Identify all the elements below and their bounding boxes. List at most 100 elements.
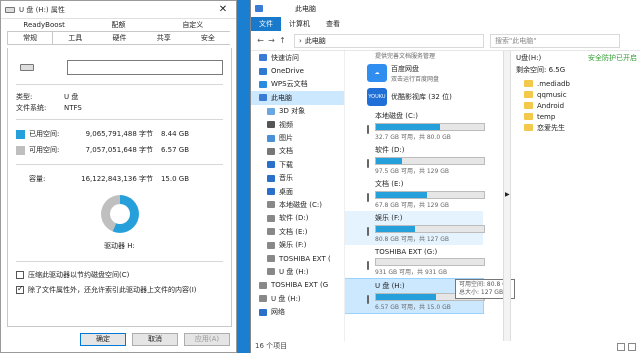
nav-item[interactable]: 文档 (E:) bbox=[251, 225, 344, 238]
nav-item[interactable]: TOSHIBA EXT (G bbox=[251, 279, 344, 292]
free-gb: 6.57 GB bbox=[160, 146, 189, 154]
nav-item[interactable]: 网络 bbox=[251, 305, 344, 318]
nav-item[interactable]: 娱乐 (F:) bbox=[251, 238, 344, 251]
nav-item[interactable]: OneDrive bbox=[251, 64, 344, 77]
app-folder-item[interactable]: YOUKU 优酷影视库 (32 位) bbox=[345, 85, 503, 109]
app-icon: ☁ bbox=[367, 64, 387, 82]
usb-folder-item[interactable]: .mediadb bbox=[512, 78, 640, 89]
close-button[interactable]: ✕ bbox=[210, 1, 236, 19]
security-status[interactable]: 安全防护已开启 bbox=[588, 53, 637, 63]
usb-folder-item[interactable]: temp bbox=[512, 111, 640, 122]
drive-item[interactable]: 本地磁盘 (C:) 32.7 GB 可用，共 80.0 GB bbox=[345, 109, 485, 143]
drive-name: 本地磁盘 (C:) bbox=[375, 112, 418, 120]
nav-item[interactable]: 软件 (D:) bbox=[251, 212, 344, 225]
free-swatch bbox=[16, 145, 25, 155]
breadcrumb[interactable]: 此电脑 bbox=[305, 36, 326, 46]
usb-folder-item[interactable]: qqmusic bbox=[512, 89, 640, 100]
drive-name: 文档 (E:) bbox=[375, 180, 404, 188]
partial-item-text: 提供完善文档服务管理 bbox=[375, 53, 436, 60]
ribbon-tab-view[interactable]: 查看 bbox=[318, 17, 348, 31]
nav-item[interactable]: 视频 bbox=[251, 118, 344, 131]
ribbon-tab-file[interactable]: 文件 bbox=[251, 17, 281, 31]
index-checkbox[interactable] bbox=[16, 284, 24, 294]
nav-item-label: 文档 bbox=[279, 147, 293, 156]
nav-item-label: 娱乐 (F:) bbox=[279, 241, 307, 250]
details-view-icon[interactable] bbox=[617, 343, 625, 351]
usb-folder-item[interactable]: Android bbox=[512, 100, 640, 111]
tab-readyboost[interactable]: ReadyBoost bbox=[7, 19, 81, 31]
nav-item-label: 音乐 bbox=[279, 174, 293, 183]
index-label: 除了文件属性外，还允许索引此驱动器上文件的内容(I) bbox=[28, 285, 197, 294]
search-input[interactable]: 搜索"此电脑" bbox=[490, 33, 620, 48]
back-arrow-icon[interactable]: ← bbox=[255, 36, 266, 45]
nav-item-icon bbox=[267, 268, 275, 276]
capacity-gb: 15.0 GB bbox=[160, 175, 189, 183]
collapse-arrow-icon[interactable]: ▶ bbox=[505, 191, 510, 198]
nav-item[interactable]: 音乐 bbox=[251, 172, 344, 185]
nav-item-icon bbox=[267, 228, 275, 236]
nav-item[interactable]: WPS云文档 bbox=[251, 78, 344, 91]
nav-item[interactable]: 本地磁盘 (C:) bbox=[251, 198, 344, 211]
type-value: U 盘 bbox=[64, 92, 79, 101]
tab-general[interactable]: 常规 bbox=[7, 31, 54, 44]
divider bbox=[16, 119, 223, 120]
app-icon: YOUKU bbox=[367, 88, 387, 106]
nav-item-label: 软件 (D:) bbox=[279, 214, 309, 223]
drive-name: 娱乐 (F:) bbox=[375, 214, 403, 222]
nav-item[interactable]: 文档 bbox=[251, 145, 344, 158]
nav-item[interactable]: 图片 bbox=[251, 131, 344, 144]
forward-arrow-icon[interactable]: → bbox=[266, 36, 277, 45]
up-arrow-icon[interactable]: ↑ bbox=[277, 36, 288, 45]
nav-item[interactable]: U 盘 (H:) bbox=[251, 265, 344, 278]
tab-hardware[interactable]: 硬件 bbox=[97, 32, 141, 44]
drive-name-field[interactable] bbox=[67, 59, 223, 75]
compress-checkbox[interactable] bbox=[16, 270, 24, 279]
divider bbox=[16, 261, 223, 262]
tiles-view-icon[interactable] bbox=[628, 343, 636, 351]
cancel-button[interactable]: 取消 bbox=[132, 333, 178, 346]
navigation-pane: 快速访问 OneDrive WPS云文档此电脑 3D 对象 视频 图片文档下载音乐桌面 本地… bbox=[251, 51, 345, 341]
folder-name: .mediadb bbox=[537, 79, 570, 88]
app-folder-item[interactable]: ☁ 百度网盘 双击运行百度网盘 bbox=[345, 61, 503, 85]
folder-icon bbox=[524, 113, 533, 120]
drive-item[interactable]: 娱乐 (F:) 80.8 GB 可用，共 127 GB bbox=[345, 211, 485, 245]
nav-item[interactable]: U 盘 (H:) bbox=[251, 292, 344, 305]
apply-button[interactable]: 应用(A) bbox=[184, 333, 230, 346]
nav-item[interactable]: 此电脑 bbox=[251, 91, 344, 105]
nav-item-icon bbox=[267, 121, 275, 129]
tab-quota[interactable]: 配额 bbox=[81, 19, 155, 31]
drive-item[interactable]: 文档 (E:) 67.8 GB 可用，共 129 GB bbox=[345, 177, 485, 211]
drive-icon bbox=[367, 226, 369, 236]
free-label: 可用空间: bbox=[29, 146, 60, 154]
nav-item-icon bbox=[259, 308, 267, 316]
used-bytes: 9,065,791,488 字节 bbox=[85, 130, 153, 138]
drive-item[interactable]: TOSHIBA EXT (G:) 931 GB 可用，共 931 GB bbox=[345, 245, 485, 279]
tab-customize[interactable]: 自定义 bbox=[156, 19, 230, 31]
view-toggle bbox=[617, 343, 636, 351]
tab-strip: ReadyBoost 配额 自定义 常规 工具 硬件 共享 安全 bbox=[1, 19, 236, 47]
index-option[interactable]: 除了文件属性外，还允许索引此驱动器上文件的内容(I) bbox=[16, 283, 223, 296]
usb-folder-item[interactable]: 恋爱先生 bbox=[512, 122, 640, 133]
tab-tools[interactable]: 工具 bbox=[53, 32, 97, 44]
nav-item[interactable]: 下载 bbox=[251, 158, 344, 171]
nav-item-icon bbox=[259, 80, 267, 88]
nav-item-label: WPS云文档 bbox=[271, 80, 308, 89]
search-placeholder: 搜索"此电脑" bbox=[495, 36, 537, 45]
pane-splitter[interactable]: ▶ bbox=[503, 51, 511, 341]
nav-item[interactable]: 快速访问 bbox=[251, 51, 344, 64]
nav-item[interactable]: 桌面 bbox=[251, 185, 344, 198]
address-box[interactable]: › 此电脑 bbox=[294, 33, 484, 48]
app-subtitle: 双击运行百度网盘 bbox=[391, 75, 440, 83]
tab-sharing[interactable]: 共享 bbox=[142, 32, 186, 44]
tab-security[interactable]: 安全 bbox=[186, 32, 230, 44]
ok-button[interactable]: 确定 bbox=[80, 333, 126, 346]
nav-item-icon bbox=[267, 188, 275, 196]
ribbon-tab-computer[interactable]: 计算机 bbox=[281, 17, 318, 31]
nav-item-icon bbox=[267, 255, 275, 263]
nav-item[interactable]: TOSHIBA EXT ( bbox=[251, 252, 344, 265]
nav-item[interactable]: 3D 对象 bbox=[251, 105, 344, 118]
compress-option[interactable]: 压缩此驱动器以节约磁盘空间(C) bbox=[16, 268, 223, 281]
folder-icon bbox=[524, 91, 533, 98]
drive-name: TOSHIBA EXT (G:) bbox=[375, 248, 438, 256]
drive-item[interactable]: 软件 (D:) 97.5 GB 可用，共 129 GB bbox=[345, 143, 485, 177]
